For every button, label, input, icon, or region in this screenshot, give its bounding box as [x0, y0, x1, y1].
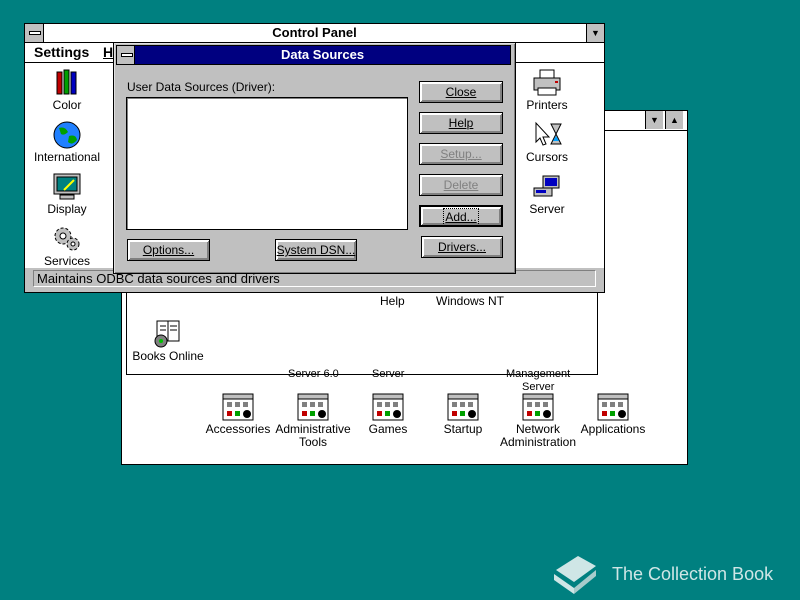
data-sources-system-menu[interactable] — [116, 45, 135, 65]
drivers-button-label: Drivers... — [438, 240, 486, 254]
data-sources-titlebar[interactable]: Data Sources — [134, 45, 511, 65]
display-label: Display — [47, 202, 87, 216]
international-label: International — [33, 150, 101, 164]
menu-help[interactable]: H — [103, 44, 113, 60]
control-panel-minimize-button[interactable]: ▼ — [586, 24, 604, 42]
system-dsn-button[interactable]: System DSN... — [275, 239, 357, 261]
program-group-label: Accessories — [205, 422, 271, 436]
display-icon — [53, 173, 81, 200]
options-button-label: Options... — [142, 243, 195, 257]
help-button-label: Help — [448, 116, 474, 130]
services-label: Services — [43, 254, 90, 268]
printer-icon — [533, 69, 561, 96]
system-dsn-button-label: System DSN... — [276, 243, 356, 257]
program-group-icon — [522, 393, 554, 421]
color-icon — [56, 69, 77, 95]
add-button-label: Add... — [443, 208, 479, 226]
program-group-label: Startup — [443, 422, 483, 436]
menu-help-label: H — [103, 44, 114, 60]
list-label-text: User Data Sources (Driver): — [127, 80, 276, 94]
menu-settings[interactable]: Settings — [34, 44, 89, 60]
cut-label-2: Server — [372, 368, 405, 380]
program-group-item[interactable]: Network Administration — [498, 392, 578, 449]
program-group-label: Applications — [580, 422, 646, 436]
server-icon — [533, 175, 560, 197]
services-icon — [54, 227, 80, 251]
control-panel-color[interactable]: Color — [19, 68, 115, 112]
program-group-item[interactable]: Startup — [423, 392, 503, 436]
user-data-sources-label: User Data Sources (Driver): — [127, 80, 275, 94]
program-group-icon — [297, 393, 329, 421]
close-button[interactable]: Close — [419, 81, 503, 103]
program-group-icon — [372, 393, 404, 421]
watermark-text: The Collection Book — [612, 564, 774, 584]
program-group-item[interactable]: Games — [348, 392, 428, 436]
setup-button[interactable]: Setup... — [419, 143, 503, 165]
delete-button[interactable]: Delete — [419, 174, 503, 196]
add-button[interactable]: Add... — [419, 205, 503, 227]
cut-label-3: Management — [506, 368, 571, 380]
control-panel-titlebar[interactable]: Control Panel — [25, 24, 604, 43]
data-sources-title: Data Sources — [280, 47, 365, 62]
books-online-icon — [154, 320, 180, 348]
minimize-button[interactable]: ▼ — [645, 111, 663, 129]
delete-button-label: Delete — [443, 178, 479, 192]
drivers-button[interactable]: Drivers... — [421, 236, 503, 258]
color-label: Color — [52, 98, 82, 112]
program-group-item[interactable]: Administrative Tools — [273, 392, 353, 449]
cut-label-1: Server 6.0 — [288, 368, 339, 380]
menu-settings-label: Settings — [34, 44, 90, 60]
program-group-icon — [447, 393, 479, 421]
control-panel-services[interactable]: Services — [19, 224, 115, 268]
program-group-label: Network Administration — [499, 422, 577, 449]
control-panel-display[interactable]: Display — [19, 172, 115, 216]
program-group-item[interactable]: Accessories — [198, 392, 278, 436]
control-panel-system-menu[interactable] — [25, 24, 44, 42]
book-icon — [554, 556, 596, 594]
program-group-label: Administrative Tools — [275, 422, 351, 449]
program-group-icon — [222, 393, 254, 421]
help-button[interactable]: Help — [419, 112, 503, 134]
globe-icon — [53, 121, 81, 149]
user-data-sources-list[interactable] — [126, 97, 408, 230]
control-panel-international[interactable]: International — [19, 120, 115, 164]
books-online-item[interactable]: Books Online — [120, 319, 216, 363]
maximize-button[interactable]: ▲ — [665, 111, 683, 129]
options-button[interactable]: Options... — [127, 239, 210, 261]
program-group-icon — [597, 393, 629, 421]
group-label-help: Help — [380, 294, 405, 308]
control-panel-title: Control Panel — [272, 25, 357, 40]
program-group-item[interactable]: Applications — [573, 392, 653, 436]
group-label-windows-nt: Windows NT — [436, 294, 505, 308]
data-sources-dialog: Data Sources User Data Sources (Driver):… — [113, 42, 516, 274]
books-online-label: Books Online — [132, 349, 204, 363]
program-group-label: Games — [368, 422, 408, 436]
close-button-label: Close — [445, 85, 477, 99]
cursor-icon — [535, 121, 562, 146]
setup-button-label: Setup... — [440, 147, 482, 161]
